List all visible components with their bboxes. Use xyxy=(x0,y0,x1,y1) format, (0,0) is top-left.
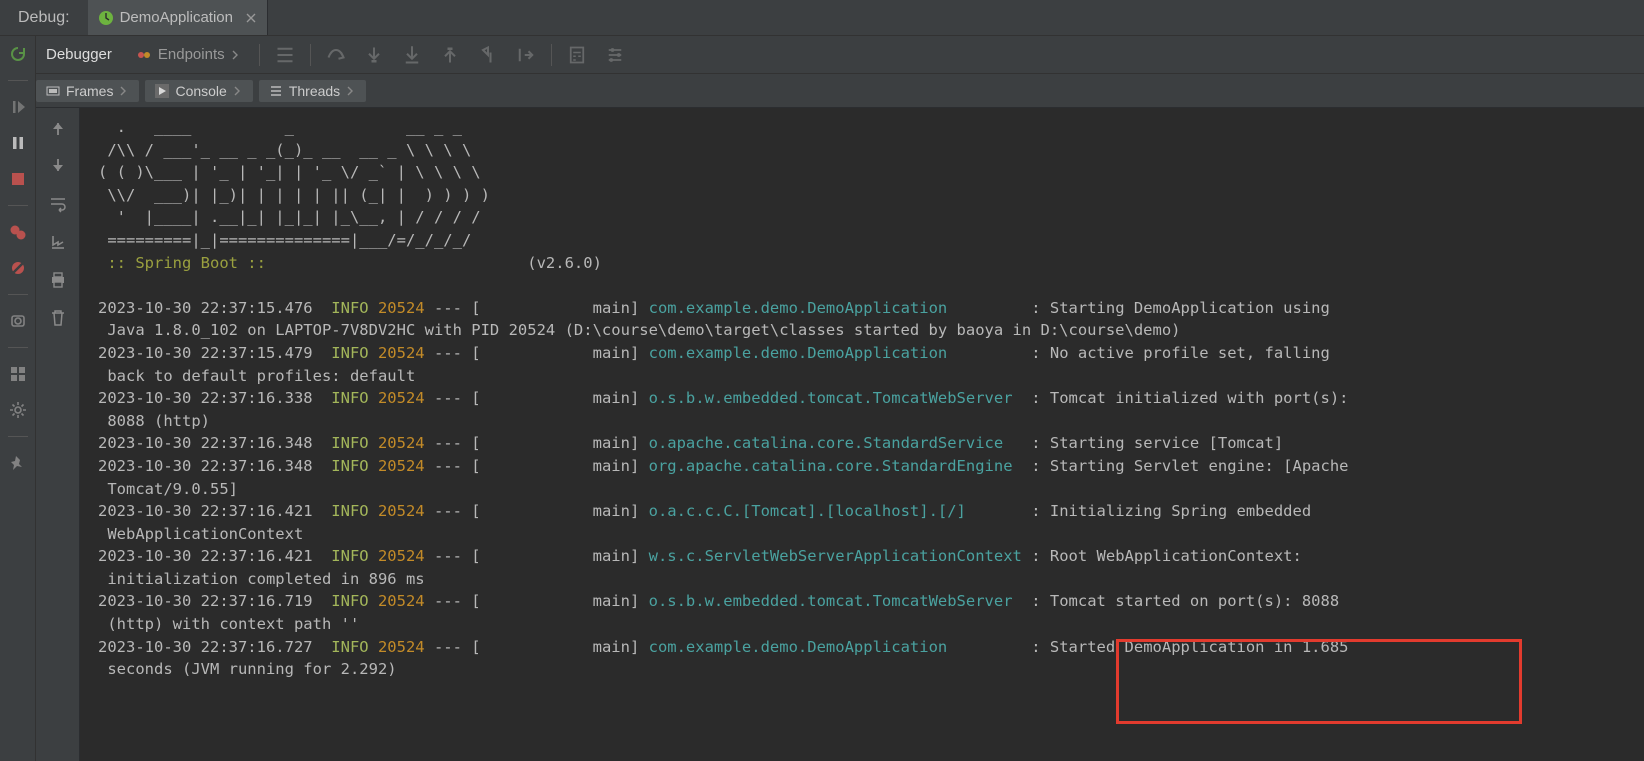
stop-button[interactable] xyxy=(6,167,30,191)
view-tab-threads[interactable]: Threads xyxy=(259,80,366,102)
run-config-name: DemoApplication xyxy=(120,9,233,26)
trace-current-stream-button[interactable] xyxy=(598,36,632,73)
chevron-right-icon xyxy=(231,50,241,60)
view-tab-console[interactable]: Console xyxy=(145,80,252,102)
step-into-icon xyxy=(364,45,384,65)
drop-frame-button[interactable] xyxy=(471,36,505,73)
get-thread-dump-button[interactable] xyxy=(6,309,30,333)
evaluate-expression-button[interactable] xyxy=(560,36,594,73)
chevron-right-icon xyxy=(119,86,129,96)
resume-button[interactable] xyxy=(6,95,30,119)
calculator-icon xyxy=(567,45,587,65)
print-button[interactable] xyxy=(46,268,70,292)
frames-icon xyxy=(46,84,60,98)
endpoints-icon xyxy=(136,47,152,63)
soft-wrap-button[interactable] xyxy=(46,192,70,216)
console-controls xyxy=(36,108,80,761)
step-out-button[interactable] xyxy=(433,36,467,73)
scroll-down-button[interactable] xyxy=(46,154,70,178)
run-to-cursor-icon xyxy=(516,45,536,65)
debug-tab-bar: Debug: DemoApplication xyxy=(0,0,1644,36)
layout-button[interactable] xyxy=(6,362,30,386)
step-out-icon xyxy=(440,45,460,65)
run-to-cursor-button[interactable] xyxy=(509,36,543,73)
debugger-toolbar: Debugger Endpoints xyxy=(0,36,1644,74)
force-step-into-button[interactable] xyxy=(395,36,429,73)
step-into-button[interactable] xyxy=(357,36,391,73)
tab-debugger[interactable]: Debugger xyxy=(36,36,122,73)
run-config-tab[interactable]: DemoApplication xyxy=(88,0,268,35)
view-breakpoints-button[interactable] xyxy=(6,220,30,244)
tab-endpoints[interactable]: Endpoints xyxy=(126,36,251,73)
mute-breakpoints-button[interactable] xyxy=(6,256,30,280)
sliders-icon xyxy=(605,45,625,65)
settings-button[interactable] xyxy=(6,398,30,422)
debug-views-row: Frames Console Threads xyxy=(0,74,1644,108)
list-icon xyxy=(275,45,295,65)
chevron-right-icon xyxy=(346,86,356,96)
show-execution-point-button[interactable] xyxy=(268,36,302,73)
console-output[interactable]: . ____ _ __ _ _ /\\ / ___'_ __ _ _(_)_ _… xyxy=(80,108,1644,761)
clear-all-button[interactable] xyxy=(46,306,70,330)
pause-button[interactable] xyxy=(6,131,30,155)
debug-gutter xyxy=(0,36,36,761)
console-text: . ____ _ __ _ _ /\\ / ___'_ __ _ _(_)_ _… xyxy=(80,108,1644,681)
debug-label: Debug: xyxy=(0,0,88,35)
step-over-button[interactable] xyxy=(319,36,353,73)
threads-icon xyxy=(269,84,283,98)
close-icon[interactable] xyxy=(245,12,257,24)
scroll-to-end-button[interactable] xyxy=(46,230,70,254)
rerun-button[interactable] xyxy=(6,42,30,66)
step-over-icon xyxy=(326,45,346,65)
view-tab-frames[interactable]: Frames xyxy=(36,80,139,102)
spring-boot-icon xyxy=(98,10,114,26)
chevron-right-icon xyxy=(233,86,243,96)
console-play-icon xyxy=(155,84,169,98)
scroll-up-button[interactable] xyxy=(46,116,70,140)
pin-button[interactable] xyxy=(6,451,30,475)
force-step-into-icon xyxy=(402,45,422,65)
drop-frame-icon xyxy=(478,45,498,65)
